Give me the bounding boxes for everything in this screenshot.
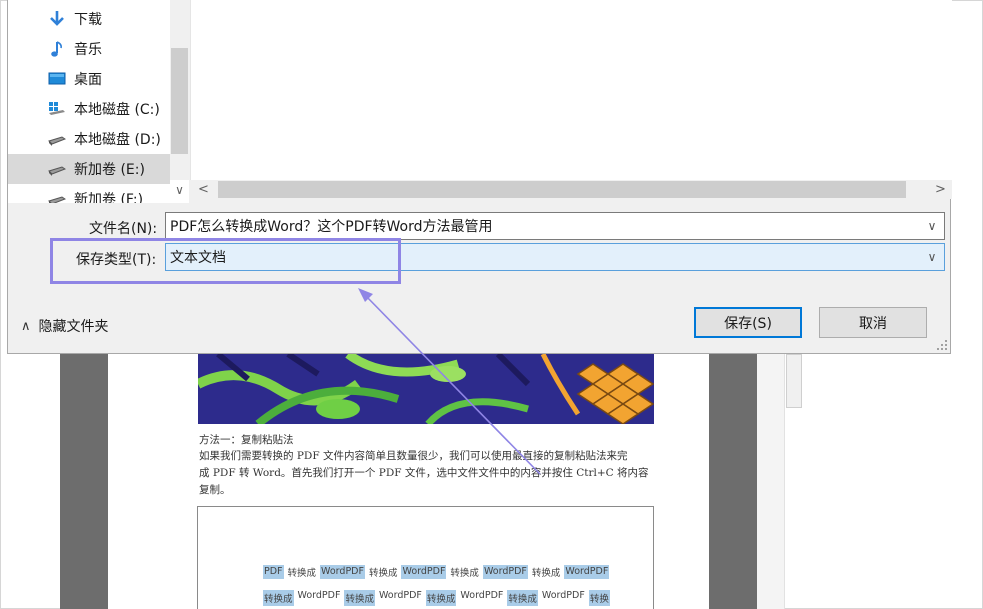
chevron-left-icon[interactable]: < — [194, 180, 213, 199]
nav-item-label: 下载 — [74, 12, 102, 28]
nav-item-drive-d[interactable]: 本地磁盘 (D:) — [8, 124, 170, 154]
document-heading: 方法一：复制粘贴法 — [199, 434, 294, 446]
annotation-highlight-box — [50, 238, 401, 284]
highlighted-text-line: PDF 转换成 WordPDF 转换成 WordPDF 转换成 WordPDF … — [263, 565, 610, 579]
nav-item-label: 新加卷 (F:) — [74, 192, 144, 203]
plain-word: WordPDF — [541, 590, 585, 601]
highlighted-word: WordPDF — [401, 565, 447, 579]
highlighted-word: 转换成 — [344, 590, 375, 606]
document-embedded-screenshot: PDF 转换成 WordPDF 转换成 WordPDF 转换成 WordPDF … — [197, 506, 654, 609]
nav-item-drive-c[interactable]: 本地磁盘 (C:) — [8, 94, 170, 124]
highlighted-word: PDF — [263, 565, 284, 579]
nav-item-label: 音乐 — [74, 42, 102, 58]
highlighted-text-line: 转换成 WordPDF 转换成 WordPDF 转换成 WordPDF 转换成 … — [263, 590, 610, 606]
cancel-button[interactable]: 取消 — [819, 307, 927, 338]
nav-item-label: 新加卷 (E:) — [74, 162, 145, 178]
drive-icon — [48, 130, 66, 148]
nav-item-music[interactable]: 音乐 — [8, 34, 170, 64]
filename-input[interactable]: PDF怎么转换成Word？这个PDF转Word方法最管用 ∨ — [165, 212, 945, 240]
nav-item-label: 本地磁盘 (C:) — [74, 102, 160, 118]
drive-icon — [48, 190, 66, 203]
resize-grip-icon[interactable] — [936, 339, 948, 351]
plain-word: WordPDF — [460, 590, 504, 601]
nav-item-drive-f[interactable]: 新加卷 (F:) — [8, 184, 170, 203]
plain-word: 转换成 — [287, 568, 317, 579]
highlighted-word: WordPDF — [320, 565, 365, 579]
music-note-icon — [48, 40, 66, 58]
document-banner-image — [198, 354, 654, 424]
document-paragraph-line: 复制。 — [199, 484, 231, 496]
plain-word: 转换成 — [531, 568, 561, 579]
chevron-up-icon: ∧ — [21, 318, 31, 334]
plain-word: 转换成 — [368, 568, 398, 579]
document-paragraph-line: 成 PDF 转 Word。首先我们打开一个 PDF 文件，选中文件文件中的内容并… — [199, 467, 649, 479]
folder-navigation-tree: 下载 音乐 桌面 本地磁盘 (C:) 本地磁盘 (D:) 新加卷 (E:) 新加… — [8, 0, 189, 203]
highlighted-word: 转换成 — [263, 590, 294, 606]
viewer-side-pane — [757, 354, 785, 609]
hscrollbar-thumb[interactable] — [218, 181, 906, 198]
plain-word: 转换成 — [450, 568, 479, 579]
download-arrow-icon — [48, 10, 66, 28]
nav-item-label: 本地磁盘 (D:) — [74, 132, 161, 148]
filename-label: 文件名(N): — [89, 221, 158, 237]
highlighted-word: 转换成 — [425, 590, 457, 606]
plain-word: WordPDF — [378, 590, 422, 601]
viewer-scrollbar-thumb[interactable] — [786, 354, 802, 408]
desktop-icon — [48, 70, 66, 88]
nav-item-downloads[interactable]: 下载 — [8, 4, 170, 34]
hide-folders-label: 隐藏文件夹 — [38, 319, 109, 335]
chevron-down-icon[interactable]: ∨ — [922, 216, 942, 236]
file-list-pane[interactable] — [190, 0, 952, 180]
highlighted-word: 转换 — [588, 590, 610, 606]
nav-scrollbar-thumb[interactable] — [171, 48, 188, 154]
windows-drive-icon — [48, 100, 66, 118]
save-as-dialog: 下载 音乐 桌面 本地磁盘 (C:) 本地磁盘 (D:) 新加卷 (E:) 新加… — [7, 0, 952, 354]
chevron-right-icon[interactable]: > — [931, 180, 950, 199]
filename-value: PDF怎么转换成Word？这个PDF转Word方法最管用 — [170, 219, 493, 235]
highlighted-word: 转换成 — [507, 590, 538, 606]
file-list-hscrollbar[interactable]: < > — [190, 180, 952, 199]
nav-item-drive-e[interactable]: 新加卷 (E:) — [8, 154, 170, 184]
highlighted-word: WordPDF — [482, 565, 528, 579]
chevron-down-icon[interactable]: ∨ — [170, 180, 189, 199]
hide-folders-toggle[interactable]: ∧ 隐藏文件夹 — [21, 316, 109, 336]
document-paragraph-line: 如果我们需要转换的 PDF 文件内容简单且数量很少，我们可以使用最直接的复制粘贴… — [199, 450, 628, 462]
highlighted-word: WordPDF — [564, 565, 610, 579]
plain-word: WordPDF — [297, 590, 341, 601]
save-button[interactable]: 保存(S) — [694, 307, 802, 338]
drive-icon — [48, 160, 66, 178]
nav-item-label: 桌面 — [74, 72, 102, 88]
nav-item-desktop[interactable]: 桌面 — [8, 64, 170, 94]
chevron-down-icon[interactable]: ∨ — [922, 247, 942, 267]
